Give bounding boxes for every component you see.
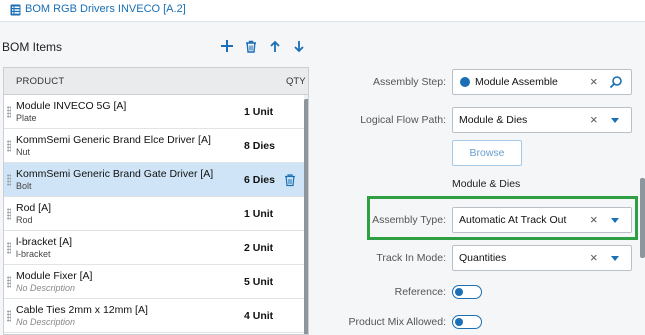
item-qty: 1 Unit bbox=[244, 208, 274, 220]
column-header-product[interactable]: PRODUCT bbox=[16, 76, 64, 87]
item-name: KommSemi Generic Brand Elce Driver [A] bbox=[16, 134, 211, 146]
item-qty: 2 Unit bbox=[244, 242, 274, 254]
track-in-mode-label: Track In Mode: bbox=[376, 252, 446, 264]
item-type: Rod bbox=[16, 215, 33, 225]
bom-items-panel: BOM Items PRODUCT QTY Module INVECO 5G [… bbox=[0, 22, 316, 335]
drag-handle-icon[interactable] bbox=[7, 310, 11, 322]
item-type: Bolt bbox=[16, 181, 32, 191]
item-description: No Description bbox=[16, 283, 76, 293]
logical-flow-path-label: Logical Flow Path: bbox=[360, 114, 446, 126]
item-name: Rod [A] bbox=[16, 202, 52, 214]
reference-toggle[interactable] bbox=[452, 285, 482, 299]
table-row[interactable]: Cable Ties 2mm x 12mm [A] No Description… bbox=[4, 299, 304, 333]
chevron-down-icon[interactable] bbox=[611, 256, 619, 261]
assembly-properties-panel: Assembly Step: Module Assemble × Logical… bbox=[316, 22, 645, 335]
reference-label: Reference: bbox=[394, 286, 446, 298]
item-name: l-bracket [A] bbox=[16, 236, 73, 248]
drag-handle-icon[interactable] bbox=[7, 276, 11, 288]
plus-icon bbox=[221, 40, 233, 52]
arrow-up-icon bbox=[270, 40, 280, 52]
move-down-button[interactable] bbox=[290, 37, 308, 55]
item-name: Module Fixer [A] bbox=[16, 270, 93, 282]
assembly-step-label: Assembly Step: bbox=[373, 76, 446, 88]
track-in-mode-value: Quantities bbox=[459, 252, 507, 264]
item-description: No Description bbox=[16, 317, 76, 327]
item-qty: 6 Dies bbox=[244, 174, 275, 186]
drag-handle-icon[interactable] bbox=[7, 140, 11, 152]
clear-icon[interactable]: × bbox=[590, 113, 598, 127]
assembly-type-field[interactable]: Automatic At Track Out × bbox=[452, 207, 632, 233]
step-status-dot-icon bbox=[460, 77, 470, 87]
item-qty: 1 Unit bbox=[244, 106, 274, 118]
item-type: Nut bbox=[16, 147, 31, 157]
item-qty: 4 Unit bbox=[244, 310, 274, 322]
clear-icon[interactable]: × bbox=[590, 213, 598, 227]
assembly-type-value: Automatic At Track Out bbox=[459, 214, 567, 226]
page-scrollbar-thumb[interactable] bbox=[640, 178, 645, 258]
table-scrollbar[interactable] bbox=[304, 95, 308, 334]
item-name: Cable Ties 2mm x 12mm [A] bbox=[16, 304, 148, 316]
move-up-button[interactable] bbox=[266, 37, 284, 55]
assembly-type-label: Assembly Type: bbox=[372, 214, 446, 226]
toggle-knob bbox=[455, 317, 463, 326]
clear-icon[interactable]: × bbox=[590, 251, 598, 265]
table-row[interactable]: Module INVECO 5G [A] Plate 1 Unit bbox=[4, 95, 304, 129]
item-name: KommSemi Generic Brand Gate Driver [A] bbox=[16, 168, 214, 180]
table-row[interactable]: l-bracket [A] l-bracket 2 Unit bbox=[4, 231, 304, 265]
table-scrollbar-thumb[interactable] bbox=[304, 99, 308, 334]
item-name: Module INVECO 5G [A] bbox=[16, 100, 127, 112]
logical-flow-path-field[interactable]: Module & Dies × bbox=[452, 107, 632, 133]
column-header-qty[interactable]: QTY bbox=[286, 76, 306, 87]
bom-list-icon bbox=[10, 4, 21, 16]
toggle-knob bbox=[455, 287, 463, 296]
chevron-down-icon[interactable] bbox=[611, 118, 619, 123]
item-qty: 8 Dies bbox=[244, 140, 275, 152]
top-bar: BOM RGB Drivers INVECO [A.2] bbox=[0, 0, 645, 22]
page-title[interactable]: BOM RGB Drivers INVECO [A.2] bbox=[25, 3, 186, 15]
table-header: PRODUCT QTY bbox=[4, 68, 308, 95]
table-row-selected[interactable]: KommSemi Generic Brand Gate Driver [A] B… bbox=[4, 163, 304, 197]
product-mix-allowed-label: Product Mix Allowed: bbox=[348, 316, 446, 328]
drag-handle-icon[interactable] bbox=[7, 174, 11, 186]
product-mix-allowed-toggle[interactable] bbox=[452, 315, 482, 329]
clear-icon[interactable]: × bbox=[590, 75, 598, 89]
row-delete-icon[interactable] bbox=[283, 173, 297, 187]
flow-path-text: Module & Dies bbox=[452, 178, 521, 190]
table-row[interactable]: Module Fixer [A] No Description 5 Unit bbox=[4, 265, 304, 299]
assembly-step-value: Module Assemble bbox=[475, 76, 558, 88]
item-qty: 5 Unit bbox=[244, 276, 274, 288]
drag-handle-icon[interactable] bbox=[7, 106, 11, 118]
add-item-button[interactable] bbox=[218, 37, 236, 55]
bom-items-heading: BOM Items bbox=[2, 40, 63, 54]
drag-handle-icon[interactable] bbox=[7, 208, 11, 220]
item-type: Plate bbox=[16, 113, 37, 123]
browse-button[interactable]: Browse bbox=[452, 140, 522, 166]
trash-icon bbox=[246, 40, 256, 53]
chevron-down-icon[interactable] bbox=[611, 218, 619, 223]
drag-handle-icon[interactable] bbox=[7, 242, 11, 254]
search-icon[interactable] bbox=[609, 75, 623, 89]
item-type: l-bracket bbox=[16, 249, 51, 259]
logical-flow-path-value: Module & Dies bbox=[459, 114, 528, 126]
assembly-step-field[interactable]: Module Assemble × bbox=[452, 69, 632, 95]
arrow-down-icon bbox=[294, 40, 304, 52]
table-row[interactable]: Rod [A] Rod 1 Unit bbox=[4, 197, 304, 231]
table-row[interactable]: KommSemi Generic Brand Elce Driver [A] N… bbox=[4, 129, 304, 163]
bom-items-table: PRODUCT QTY Module INVECO 5G [A] Plate 1… bbox=[3, 67, 309, 335]
track-in-mode-field[interactable]: Quantities × bbox=[452, 245, 632, 271]
delete-item-button[interactable] bbox=[242, 37, 260, 55]
